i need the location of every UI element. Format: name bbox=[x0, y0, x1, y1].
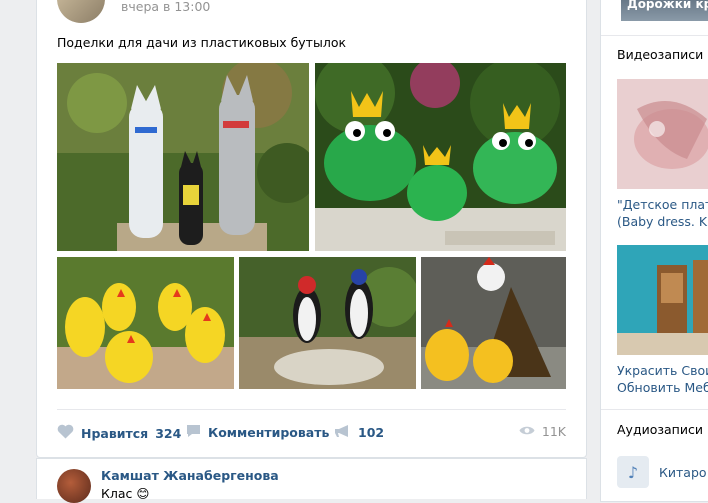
music-note-icon[interactable]: ♪ bbox=[617, 456, 649, 488]
comment-label: Комментировать bbox=[208, 425, 330, 440]
actions-divider bbox=[57, 409, 566, 410]
next-post-card: Камшат Жанабергенова Клас 😊 bbox=[36, 458, 587, 503]
photo-chicks[interactable] bbox=[57, 257, 234, 389]
video-title-1-line1: "Детское плать bbox=[617, 197, 708, 212]
right-sidebar: Дорожки кр Видеозаписи "Детское плать (B… bbox=[600, 0, 708, 502]
share-button[interactable]: 102 bbox=[334, 424, 384, 441]
post-time[interactable]: вчера в 13:00 bbox=[121, 0, 210, 14]
sidebar-divider bbox=[601, 35, 708, 36]
photo-frogs[interactable] bbox=[315, 63, 566, 251]
like-label: Нравится bbox=[81, 425, 149, 441]
comment-icon bbox=[186, 424, 201, 441]
audio-title[interactable]: Аудиозаписи 1 bbox=[617, 422, 708, 437]
post-author[interactable]: Камшат Жанабергенова bbox=[101, 468, 279, 483]
share-count: 102 bbox=[358, 425, 385, 440]
post-text: Поделки для дачи из пластиковых бутылок bbox=[57, 35, 347, 50]
photo-rooster[interactable] bbox=[421, 257, 566, 389]
sidebar-divider bbox=[601, 409, 708, 410]
views-counter: 11K bbox=[519, 424, 566, 439]
post-actions: Нравится 324 Комментировать 102 11K bbox=[57, 424, 566, 444]
like-count: 324 bbox=[155, 425, 182, 441]
post-snippet: Клас 😊 bbox=[101, 486, 150, 501]
videos-title[interactable]: Видеозаписи bbox=[617, 47, 703, 62]
videos-title-label: Видеозаписи bbox=[617, 47, 704, 62]
photo-penguins[interactable] bbox=[239, 257, 416, 389]
megaphone-icon bbox=[334, 424, 351, 441]
views-count: 11K bbox=[541, 424, 566, 439]
audio-title-label: Аудиозаписи bbox=[617, 422, 703, 437]
video-thumbnail-2[interactable] bbox=[617, 245, 708, 355]
sidebar-top-banner[interactable]: Дорожки кр bbox=[621, 0, 708, 21]
comment-button[interactable]: Комментировать bbox=[186, 424, 329, 441]
video-thumbnail-1[interactable] bbox=[617, 79, 708, 189]
audio-track-title: Китаро bbox=[659, 464, 707, 480]
heart-icon bbox=[57, 424, 74, 442]
like-button[interactable]: Нравится 324 bbox=[57, 424, 181, 442]
avatar[interactable] bbox=[57, 469, 91, 503]
eye-icon bbox=[519, 424, 535, 439]
video-title-1[interactable]: "Детское плать (Baby dress. Kni bbox=[617, 196, 708, 230]
video-title-2-line1: Украсить Своим bbox=[617, 363, 708, 378]
post-card: вчера в 13:00 Поделки для дачи из пласти… bbox=[36, 0, 587, 458]
audio-track[interactable]: ♪ Китаро bbox=[617, 456, 707, 488]
photo-cats[interactable] bbox=[57, 63, 309, 251]
video-title-2[interactable]: Украсить Своим Обновить Мебе bbox=[617, 362, 708, 396]
sidebar-top-text: Дорожки кр bbox=[627, 0, 708, 11]
avatar[interactable] bbox=[57, 0, 105, 23]
video-title-1-line2: (Baby dress. Kni bbox=[617, 214, 708, 229]
video-title-2-line2: Обновить Мебе bbox=[617, 380, 708, 395]
